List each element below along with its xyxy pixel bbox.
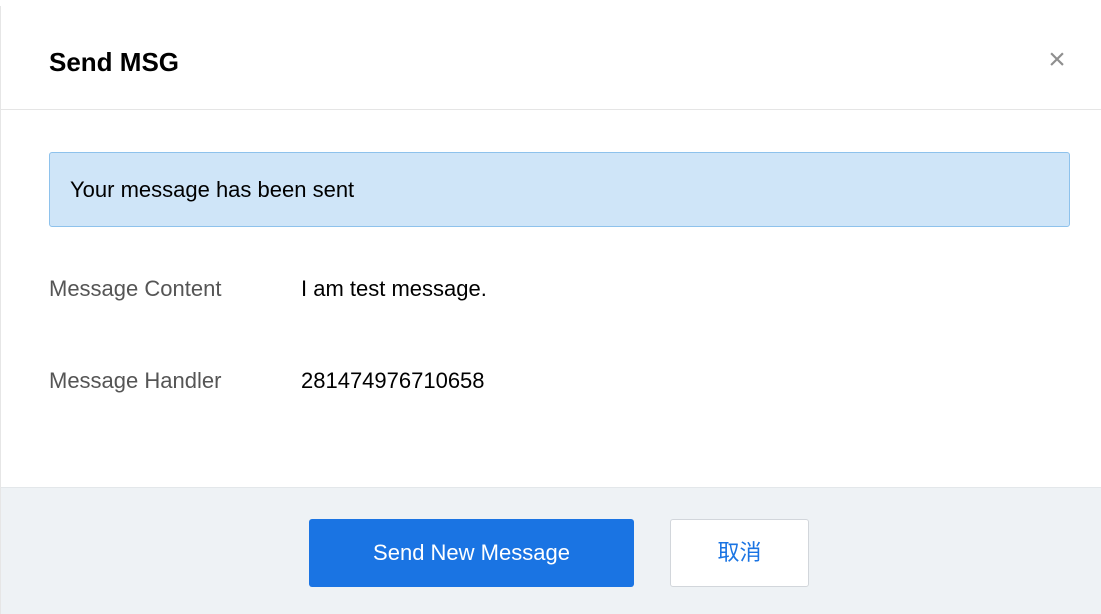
close-icon[interactable]: ×: [1041, 44, 1073, 76]
message-handler-value: 281474976710658: [301, 368, 485, 393]
alert-message: Your message has been sent: [70, 177, 355, 202]
dialog-header: Send MSG ×: [1, 6, 1101, 110]
message-content-label: Message Content: [49, 276, 222, 301]
message-content-value: I am test message.: [301, 276, 487, 301]
success-alert: Your message has been sent: [49, 152, 1070, 227]
dialog-footer: Send New Message 取消: [1, 487, 1101, 614]
send-msg-dialog: Send MSG × Your message has been sent Me…: [0, 6, 1101, 614]
cancel-button[interactable]: 取消: [670, 519, 809, 587]
message-handler-label: Message Handler: [49, 368, 222, 393]
dialog-title: Send MSG: [49, 47, 180, 77]
send-new-message-button[interactable]: Send New Message: [309, 519, 634, 587]
